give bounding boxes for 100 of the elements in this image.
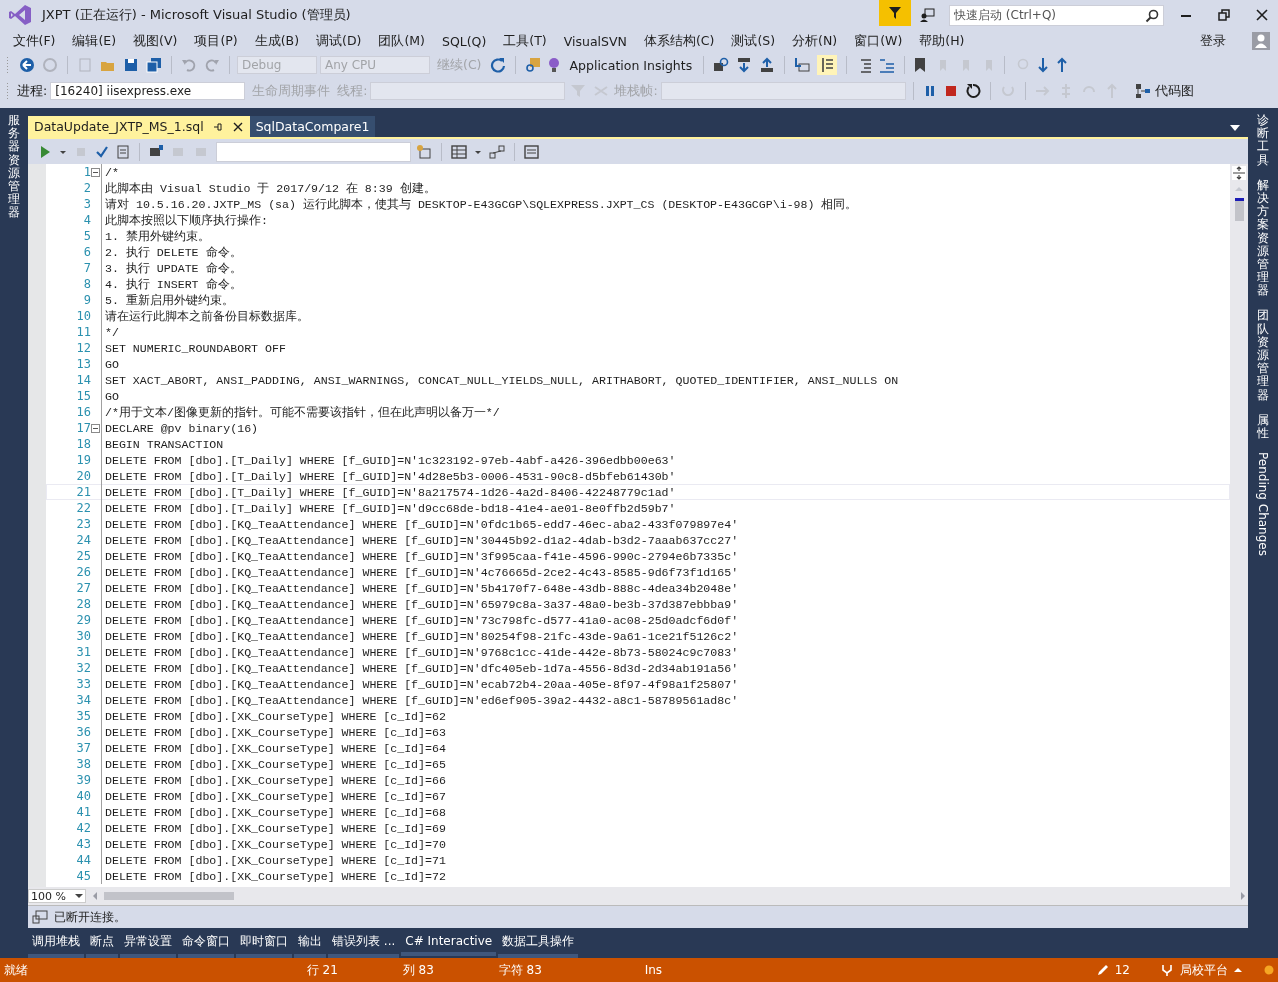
quick-launch-field[interactable]: 快速启动 (Ctrl+Q)	[949, 4, 1164, 26]
code-line: 此脚本由 Visual Studio 于 2017/9/12 在 8:39 创建。	[105, 180, 436, 196]
code-line: DELETE FROM [dbo].[KQ_TeaAttendance] WHERE [f_GUID]=N'ed6ef905-39a2-4432-a8c1-58789561ad8c'	[105, 693, 739, 707]
column-indicator: 列 83	[402, 961, 435, 979]
execute-icon[interactable]	[38, 144, 52, 159]
scroll-right-icon[interactable]	[1238, 890, 1248, 902]
line-number: 6	[82, 245, 91, 259]
collapse-icon[interactable]	[91, 167, 100, 177]
menu-item[interactable]: 团队(M)	[369, 32, 434, 50]
down-arrow-icon[interactable]	[1037, 57, 1050, 73]
line-number: 28	[75, 597, 91, 611]
status-text: 就绪	[4, 961, 28, 979]
line-number: 36	[75, 725, 91, 739]
menu-item[interactable]: 生成(B)	[246, 32, 308, 50]
menu-item[interactable]: 分析(N)	[783, 32, 846, 50]
notification-icon[interactable]	[1264, 965, 1274, 975]
menu-item[interactable]: 测试(S)	[722, 32, 784, 50]
line-number: 18	[75, 437, 91, 451]
menu-item[interactable]: 窗口(W)	[845, 32, 911, 50]
search-icon[interactable]	[713, 57, 730, 73]
line-number: 20	[75, 469, 91, 483]
code-line: GO	[105, 357, 119, 371]
code-line: 请对 10.5.16.20.JXTP_MS (sa) 运行此脚本，使其与 DESKTOP-E43GCGP\SQLEXPRESS.JXPT_CS (DESKTOP-E43GCGP\i-98) 相同。	[105, 196, 858, 212]
document-toggle-icon[interactable]	[817, 55, 838, 75]
download-icon[interactable]	[736, 57, 753, 73]
filter-button[interactable]	[879, 0, 911, 26]
line-number: 22	[75, 501, 91, 515]
pin-icon[interactable]	[211, 120, 224, 133]
line-number: 34	[75, 693, 91, 707]
check-icon[interactable]	[95, 144, 109, 159]
find-in-files-icon[interactable]	[525, 57, 542, 73]
menu-item[interactable]: 体系结构(C)	[635, 32, 723, 50]
side-tab[interactable]: 服务器资源管理器	[8, 114, 20, 220]
line-number: 8	[82, 277, 91, 291]
bookmark-icon[interactable]	[914, 57, 927, 73]
menu-item[interactable]: 帮助(H)	[910, 32, 973, 50]
application-insights-button[interactable]: Application Insights	[565, 57, 697, 73]
side-tab[interactable]: Pending Changes	[1256, 452, 1270, 557]
save-icon[interactable]	[123, 57, 139, 73]
document-tab[interactable]: DataUpdate_JXTP_MS_1.sql	[28, 116, 250, 137]
line-number: 1	[82, 165, 91, 179]
line-number: 44	[75, 853, 91, 867]
code-line: 此脚本按照以下顺序执行操作:	[105, 212, 268, 228]
up-arrow-icon[interactable]	[1056, 57, 1069, 73]
code-line: SET NUMERIC_ROUNDABORT OFF	[105, 341, 286, 355]
menu-item[interactable]: 视图(V)	[124, 32, 186, 50]
side-tab[interactable]: 诊断工具	[1257, 114, 1269, 167]
results-pane-icon[interactable]	[524, 143, 540, 160]
side-tab[interactable]: 解决方案资源管理器	[1257, 178, 1269, 298]
code-line: DECLARE @pv binary(16)	[105, 421, 259, 435]
line-number: 21	[75, 485, 91, 499]
code-map-icon	[1134, 83, 1151, 99]
account-icon[interactable]	[1252, 32, 1270, 50]
thread-label: 线程:	[337, 82, 368, 100]
line-number: 2	[82, 181, 91, 195]
plan-icon[interactable]	[116, 144, 130, 159]
menu-item[interactable]: 工具(T)	[494, 32, 556, 50]
indent-icon[interactable]	[879, 57, 896, 73]
branch-button[interactable]: 局校平台	[1160, 961, 1242, 979]
scrollbar-thumb[interactable]	[104, 892, 234, 900]
menu-item[interactable]: 项目(P)	[185, 32, 247, 50]
stop-icon[interactable]	[943, 84, 958, 98]
line-number: 33	[75, 677, 91, 691]
diagram-icon[interactable]	[489, 143, 505, 160]
code-line: DELETE FROM [dbo].[XK_CourseType] WHERE [c_Id]=62	[105, 709, 446, 723]
document-tab[interactable]: SqlDataCompare1	[249, 116, 376, 137]
zoom-dropdown[interactable]: 100 %	[28, 889, 86, 903]
code-line: DELETE FROM [dbo].[XK_CourseType] WHERE [c_Id]=72	[105, 869, 446, 883]
upload-icon[interactable]	[759, 57, 776, 73]
feedback-icon[interactable]	[919, 7, 935, 23]
menu-item[interactable]: VisualSVN	[555, 33, 636, 49]
menu-item[interactable]: SQL(Q)	[433, 33, 495, 49]
side-tab[interactable]: 属性	[1257, 413, 1269, 441]
code-line: 2. 执行 DELETE 命令。	[105, 244, 242, 260]
side-tab[interactable]: 团队资源管理器	[1257, 309, 1269, 402]
collapse-icon[interactable]	[91, 423, 100, 433]
refresh-icon[interactable]	[490, 57, 507, 73]
sign-in-link[interactable]: 登录	[1191, 32, 1234, 50]
pending-edits-count[interactable]: 12	[1114, 963, 1130, 977]
tab-list-icon[interactable]	[1230, 125, 1240, 131]
code-map-button[interactable]: 代码图	[1130, 82, 1198, 100]
window-title: JXPT (正在运行) - Microsoft Visual Studio (管理员)	[42, 6, 351, 24]
menu-item[interactable]: 编辑(E)	[63, 32, 125, 50]
close-icon[interactable]	[231, 120, 244, 133]
menu-item[interactable]: 文件(F)	[4, 32, 64, 50]
line-number: 40	[75, 789, 91, 803]
split-icon[interactable]	[1232, 166, 1246, 180]
scrollbar-thumb[interactable]	[1234, 198, 1244, 221]
grid-icon[interactable]	[451, 143, 467, 160]
process-dropdown[interactable]: [16240] iisexpress.exe	[50, 82, 246, 100]
code-line: DELETE FROM [dbo].[KQ_TeaAttendance] WHERE [f_GUID]=N'3f995caa-f41e-4596-990c-2794e6b7335c'	[105, 549, 739, 563]
line-number: 27	[75, 581, 91, 595]
lightbulb-icon[interactable]	[548, 57, 561, 73]
new-query-icon[interactable]	[416, 143, 432, 160]
menu-item[interactable]: 调试(D)	[307, 32, 370, 50]
code-line: DELETE FROM [dbo].[XK_CourseType] WHERE [c_Id]=64	[105, 741, 446, 755]
back-icon[interactable]	[19, 57, 35, 73]
save-all-icon[interactable]	[146, 57, 162, 73]
restart-icon[interactable]	[964, 83, 981, 99]
stack-frame-label: 堆栈帧:	[614, 82, 658, 100]
